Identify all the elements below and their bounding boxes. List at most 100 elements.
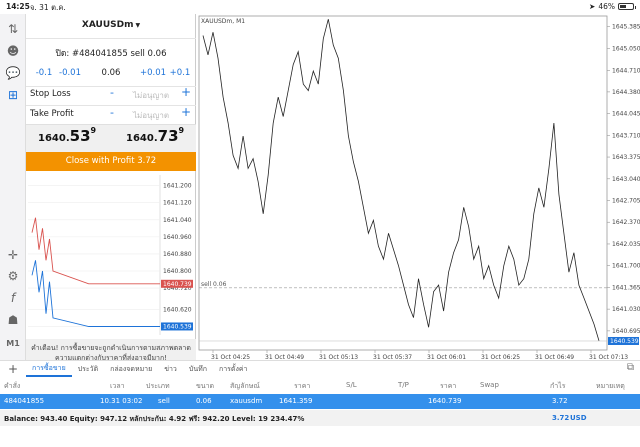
col-order[interactable]: คำสั่ง xyxy=(4,381,20,392)
take-profit-plus[interactable]: + xyxy=(181,105,191,119)
new-order-icon[interactable]: ⊞ xyxy=(3,86,23,104)
price-chart-svg: 1645.385 1645.050 1644.710 1644.380 1644.045… xyxy=(198,15,640,360)
y-tick-label: 1641.030 xyxy=(612,306,640,313)
order-line-label: sell 0.06 xyxy=(201,281,227,288)
mini-y-tick-label: 1640.800 xyxy=(163,268,192,275)
mini-bid-line xyxy=(31,260,160,327)
panel-toggle-icon[interactable]: ⧉ xyxy=(627,362,634,373)
col-symbol[interactable]: สัญลักษณ์ xyxy=(230,381,260,392)
battery-percent: 46% xyxy=(598,2,615,11)
location-icon: ➤ xyxy=(589,2,596,11)
col-price-current[interactable]: ราคา xyxy=(440,381,456,392)
total-profit: 3.72 xyxy=(552,414,570,422)
y-tick-label: 1641.700 xyxy=(612,263,640,270)
balance-summary: Balance: 943.40 Equity: 947.12 หลักประกั… xyxy=(4,415,305,423)
status-right: ➤ 46% xyxy=(589,2,636,11)
col-tp[interactable]: T/P xyxy=(398,381,409,389)
tab-trade[interactable]: การซื้อขาย xyxy=(26,361,72,377)
symbol-selector[interactable]: XAUUSDm ▼ xyxy=(26,20,196,30)
stop-loss-minus[interactable]: - xyxy=(110,86,114,99)
ask-sup: 9 xyxy=(178,126,185,135)
y-tick-label: 1644.710 xyxy=(612,67,640,74)
mini-y-tick-label: 1641.120 xyxy=(163,200,192,207)
col-type[interactable]: ประเภท xyxy=(146,381,170,392)
volume-value[interactable]: 0.06 xyxy=(96,68,126,80)
objects-icon[interactable]: ☗ xyxy=(3,311,23,329)
bid-prefix: 1640. xyxy=(38,133,70,144)
function-icon[interactable]: f xyxy=(3,289,23,307)
chat-icon[interactable]: 💬 xyxy=(3,64,23,82)
cell-price-open: 1641.359 xyxy=(279,397,313,405)
ask-big: 73 xyxy=(157,127,179,145)
stop-loss-label: Stop Loss xyxy=(30,89,71,99)
table-row[interactable]: 484041855 10.31 03:02 sell 0.06 xauusdm … xyxy=(0,394,640,409)
add-icon[interactable]: + xyxy=(0,362,26,376)
plot-frame xyxy=(198,15,608,351)
stop-loss-input[interactable]: ไม่อนุญาต xyxy=(126,89,176,102)
cell-volume: 0.06 xyxy=(196,397,212,405)
col-time[interactable]: เวลา xyxy=(110,381,125,392)
bid-tag-label: 1640.539 xyxy=(163,323,192,330)
col-comment[interactable]: หมายเหตุ xyxy=(596,381,625,392)
step-minus-0.01[interactable]: -0.01 xyxy=(58,68,82,80)
current-price-tag-label: 1640.539 xyxy=(610,338,639,345)
col-profit[interactable]: กำไร xyxy=(550,381,565,392)
timeframe-button[interactable]: M1 xyxy=(3,334,23,352)
ask-prefix: 1640. xyxy=(126,133,158,144)
y-tick-label: 1642.705 xyxy=(612,198,640,205)
y-tick-label: 1643.375 xyxy=(612,154,640,161)
cell-order: 484041855 xyxy=(4,397,45,405)
crosshair-icon[interactable]: ✛ xyxy=(3,246,23,264)
tab-settings[interactable]: การตั้งค่า xyxy=(213,362,254,376)
y-tick-label: 1645.050 xyxy=(612,45,640,52)
col-swap[interactable]: Swap xyxy=(480,381,499,389)
tab-journal[interactable]: บันทึก xyxy=(183,362,213,376)
mini-tick-chart: 1641.200 1641.120 1641.040 1640.960 1640.880… xyxy=(28,175,193,335)
mini-y-tick-label: 1640.880 xyxy=(163,251,192,258)
y-tick-label: 1642.035 xyxy=(612,241,640,248)
left-toolbar: ⇅ ☻ 💬 ⊞ ✛ ⚙ f ☗ M1 xyxy=(0,14,26,373)
tab-history[interactable]: ประวัติ xyxy=(72,362,104,376)
order-title: ปิด: #484041855 sell 0.06 xyxy=(55,49,167,59)
col-sl[interactable]: S/L xyxy=(346,381,357,389)
status-bar: 14:25 จ. 31 ต.ค. ➤ 46% xyxy=(0,0,640,14)
take-profit-label: Take Profit xyxy=(30,109,74,119)
take-profit-input[interactable]: ไม่อนุญาต xyxy=(126,109,176,122)
balance-row: Balance: 943.40 Equity: 947.12 หลักประกั… xyxy=(0,410,640,426)
stop-loss-plus[interactable]: + xyxy=(181,85,191,99)
step-plus-0.1[interactable]: +0.1 xyxy=(168,68,192,80)
tab-mailbox[interactable]: กล่องจดหมาย xyxy=(104,362,158,376)
y-tick-label: 1644.045 xyxy=(612,111,640,118)
close-with-profit-button[interactable]: Close with Profit 3.72 xyxy=(26,152,196,171)
bid-sup: 9 xyxy=(90,126,97,135)
mini-y-tick-label: 1641.040 xyxy=(163,217,192,224)
take-profit-minus[interactable]: - xyxy=(110,106,114,119)
bid-price[interactable]: 1640.539 xyxy=(38,126,97,145)
battery-icon xyxy=(618,3,636,10)
account-icon[interactable]: ☻ xyxy=(3,42,23,60)
footer-blank xyxy=(0,426,640,447)
col-price-open[interactable]: ราคา xyxy=(294,381,310,392)
bottom-tabs: + การซื้อขาย ประวัติ กล่องจดหมาย ข่าว บั… xyxy=(0,360,640,377)
mini-y-tick-label: 1640.960 xyxy=(163,234,192,241)
col-volume[interactable]: ขนาด xyxy=(196,381,214,392)
y-tick-label: 1643.710 xyxy=(612,132,640,139)
cell-type: sell xyxy=(158,397,170,405)
ask-price[interactable]: 1640.739 xyxy=(126,126,185,145)
step-minus-0.1[interactable]: -0.1 xyxy=(32,68,56,80)
tab-news[interactable]: ข่าว xyxy=(158,362,183,376)
mini-ask-line xyxy=(31,217,160,285)
indicators-icon[interactable]: ⚙ xyxy=(3,267,23,285)
step-plus-0.01[interactable]: +0.01 xyxy=(140,68,166,80)
status-date: จ. 31 ต.ค. xyxy=(30,3,66,12)
y-tick-label: 1644.380 xyxy=(612,89,640,96)
cell-symbol: xauusdm xyxy=(230,397,263,405)
order-panel: XAUUSDm ▼ ปิด: #484041855 sell 0.06 -0.1 … xyxy=(26,14,196,373)
price-chart[interactable]: 1645.385 1645.050 1644.710 1644.380 1644.045… xyxy=(197,14,640,373)
caret-down-icon: ▼ xyxy=(135,22,141,29)
symbol-name: XAUUSDm xyxy=(81,20,134,30)
mini-y-tick-label: 1640.620 xyxy=(163,306,192,313)
cell-price-current: 1640.739 xyxy=(428,397,462,405)
total-currency: USD xyxy=(570,414,587,422)
quotes-icon[interactable]: ⇅ xyxy=(3,20,23,38)
